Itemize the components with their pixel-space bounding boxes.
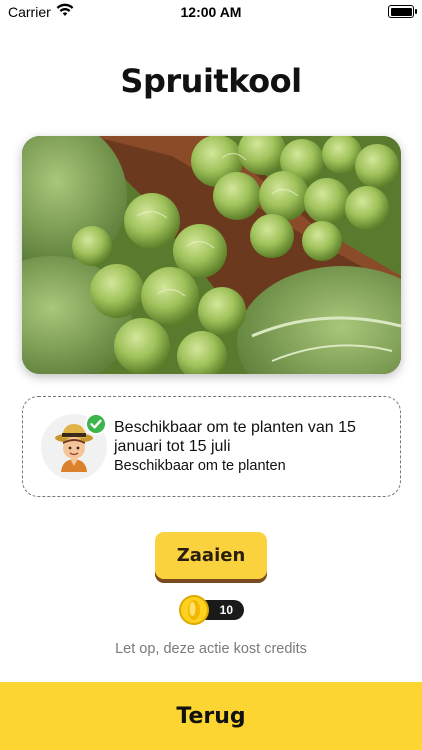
availability-headline: Beschikbaar om te planten van 15 januari…: [114, 419, 356, 455]
availability-card: Beschikbaar om te planten van 15 januari…: [22, 396, 401, 497]
clock: 12:00 AM: [180, 4, 242, 20]
page-title: Spruitkool: [120, 62, 302, 100]
sow-button[interactable]: Zaaien: [155, 532, 267, 579]
coin-icon: [179, 595, 209, 625]
battery-icon: [388, 5, 417, 18]
credits-notice: Let op, deze actie kost credits: [115, 641, 307, 657]
checkmark-icon: [85, 413, 107, 435]
availability-subtext: Beschikbaar om te planten: [114, 458, 286, 474]
vegetable-photo: [22, 136, 401, 374]
credit-cost: 10: [178, 594, 246, 626]
availability-text: Beschikbaar om te planten van 15 januari…: [114, 418, 394, 476]
brussels-sprouts-image: [22, 136, 401, 374]
back-button[interactable]: Terug: [0, 682, 422, 750]
status-bar: Carrier 12:00 AM: [0, 0, 422, 24]
